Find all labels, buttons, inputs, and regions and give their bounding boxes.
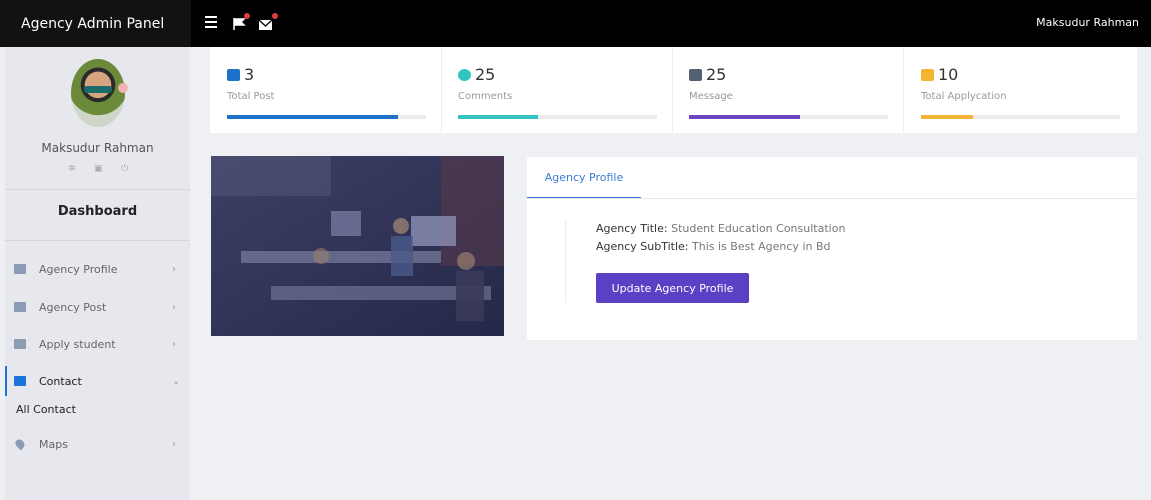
progress-track bbox=[458, 115, 657, 119]
chevron-right-icon: › bbox=[172, 338, 176, 350]
stat-label: Message bbox=[689, 91, 733, 102]
layers-icon bbox=[921, 69, 934, 81]
sidebar-item-label: Apply student bbox=[39, 337, 116, 351]
profile-name: Maksudur Rahman bbox=[41, 141, 154, 155]
chevron-right-icon: › bbox=[172, 438, 176, 450]
brand-block: Agency Admin Panel bbox=[0, 0, 191, 47]
agency-subtitle: Agency SubTitle: This is Best Agency in … bbox=[596, 240, 831, 253]
sidebar-item-label: Maps bbox=[39, 437, 68, 451]
flag-notification-icon[interactable] bbox=[232, 13, 250, 30]
progress-track bbox=[227, 115, 426, 119]
stat-message: 25 Message bbox=[672, 47, 888, 133]
clipboard-icon bbox=[227, 69, 240, 81]
stat-comments: 25 Comments bbox=[441, 47, 657, 133]
info-icon bbox=[458, 69, 471, 81]
office-image bbox=[211, 156, 504, 336]
chat-icon bbox=[14, 376, 26, 386]
stat-value: 25 bbox=[475, 65, 496, 84]
envelope-icon[interactable]: ▣ bbox=[94, 164, 103, 174]
divider bbox=[5, 240, 190, 241]
stat-total-post: 3 Total Post bbox=[210, 47, 426, 133]
chevron-down-icon: ⌄ bbox=[172, 375, 181, 387]
chat-icon bbox=[14, 339, 26, 349]
sidebar: Maksudur Rahman ✲ ▣ ⏻ Dashboard Agency P… bbox=[5, 47, 190, 500]
sidebar-item-label: Contact bbox=[39, 374, 82, 388]
tab-agency-profile[interactable]: Agency Profile bbox=[527, 157, 641, 198]
divider bbox=[5, 189, 190, 190]
chevron-right-icon: › bbox=[172, 263, 176, 275]
sidebar-item-maps[interactable]: Maps › bbox=[5, 431, 190, 457]
sidebar-item-contact[interactable]: Contact ⌄ bbox=[5, 368, 190, 394]
sidebar-subitem-all-contact[interactable]: All Contact bbox=[16, 403, 76, 416]
sidebar-item-apply-student[interactable]: Apply student › bbox=[5, 331, 190, 357]
chevron-right-icon: › bbox=[172, 301, 176, 313]
stat-total-application: 10 Total Applycation bbox=[904, 47, 1120, 133]
sidebar-section-title[interactable]: Dashboard bbox=[5, 204, 190, 219]
sidebar-item-agency-post[interactable]: Agency Post › bbox=[5, 294, 190, 320]
notification-dot bbox=[272, 13, 278, 19]
stat-label: Total Post bbox=[227, 91, 275, 102]
profile-actions: ✲ ▣ ⏻ bbox=[68, 164, 128, 174]
stat-label: Comments bbox=[458, 91, 513, 102]
update-agency-profile-button[interactable]: Update Agency Profile bbox=[596, 273, 749, 303]
status-badge bbox=[118, 83, 128, 93]
stat-value: 3 bbox=[244, 65, 255, 84]
stat-value: 10 bbox=[938, 65, 959, 84]
progress-track bbox=[689, 115, 888, 119]
sidebar-item-agency-profile[interactable]: Agency Profile › bbox=[5, 256, 190, 282]
gear-icon[interactable]: ✲ bbox=[68, 164, 76, 174]
agency-profile-card: Agency Profile Agency Title: Student Edu… bbox=[527, 157, 1137, 340]
avatar bbox=[71, 59, 125, 127]
agency-title-value: Student Education Consultation bbox=[667, 222, 846, 235]
stat-value: 25 bbox=[706, 65, 727, 84]
document-icon bbox=[14, 302, 26, 312]
brand-title[interactable]: Agency Admin Panel bbox=[21, 16, 164, 32]
top-navbar: Agency Admin Panel Maksudur Rahman bbox=[0, 0, 1151, 47]
notification-dot bbox=[244, 13, 250, 19]
divider bbox=[565, 220, 566, 303]
agency-subtitle-value: This is Best Agency in Bd bbox=[688, 240, 831, 253]
divider bbox=[527, 198, 1137, 199]
progress-fill bbox=[458, 115, 538, 119]
progress-track bbox=[921, 115, 1120, 119]
agency-title: Agency Title: Student Education Consulta… bbox=[596, 222, 845, 235]
sidebar-item-label: Agency Post bbox=[39, 300, 107, 314]
list-icon bbox=[14, 264, 26, 274]
sidebar-item-label: Agency Profile bbox=[39, 262, 118, 276]
map-pin-icon bbox=[13, 437, 27, 451]
user-menu[interactable]: Maksudur Rahman bbox=[1036, 16, 1139, 29]
progress-fill bbox=[227, 115, 399, 119]
mail-notification-icon[interactable] bbox=[258, 13, 278, 30]
chat-icon bbox=[689, 69, 702, 81]
progress-fill bbox=[921, 115, 973, 119]
progress-fill bbox=[689, 115, 801, 119]
agency-subtitle-label: Agency SubTitle: bbox=[596, 240, 689, 253]
agency-title-label: Agency Title: bbox=[596, 222, 668, 235]
stat-label: Total Applycation bbox=[921, 91, 1007, 102]
menu-icon[interactable] bbox=[205, 16, 217, 30]
power-icon[interactable]: ⏻ bbox=[121, 164, 128, 174]
stats-panel: 3 Total Post 25 Comments 25 Message 10 T… bbox=[210, 47, 1137, 133]
